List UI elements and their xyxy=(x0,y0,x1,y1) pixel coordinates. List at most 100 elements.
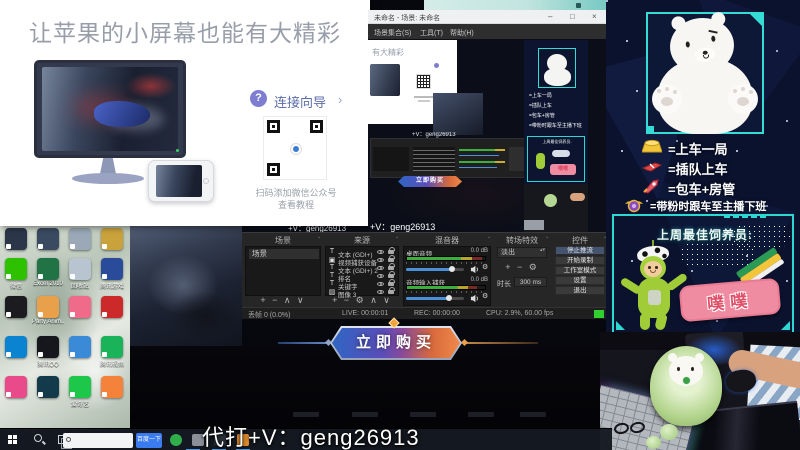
start-recording-button[interactable]: 开始录制 xyxy=(555,256,605,265)
connect-wizard-link[interactable]: ? 连接向导 › xyxy=(250,90,360,110)
game-menu-item[interactable] xyxy=(352,412,378,417)
spinner-icon[interactable]: ▴▾ xyxy=(540,248,545,253)
desktop-icon-party-animals[interactable] xyxy=(37,296,59,318)
volume-slider[interactable]: ⚙ xyxy=(404,263,490,274)
controls-header[interactable]: 控件 xyxy=(552,235,608,246)
visibility-eye-icon[interactable] xyxy=(377,258,384,262)
phone-screen xyxy=(156,165,202,197)
visibility-eye-icon[interactable] xyxy=(377,266,384,270)
game-menu-item[interactable] xyxy=(293,412,319,417)
transition-dropdown[interactable]: 淡出 ▴▾ xyxy=(497,247,547,258)
speaker-icon[interactable] xyxy=(470,294,479,303)
bear-paw xyxy=(652,84,682,114)
mixer-header[interactable]: 混音器 xyxy=(402,235,492,246)
desktop-icon[interactable] xyxy=(37,228,59,250)
source-row[interactable]: T 关键字 xyxy=(328,279,396,291)
close-button[interactable]: × xyxy=(592,13,597,21)
game-menu-item[interactable] xyxy=(468,412,494,417)
slider-knob[interactable] xyxy=(449,266,455,272)
menu-help[interactable]: 帮助(H) xyxy=(450,28,474,38)
source-row[interactable]: T 文本 (GDI+) xyxy=(328,247,396,259)
menu-tools[interactable]: 工具(T) xyxy=(420,28,443,38)
lock-icon[interactable] xyxy=(388,263,395,270)
exit-button[interactable]: 退出 xyxy=(555,286,605,295)
desktop-icon[interactable] xyxy=(5,228,27,250)
taskbar-search-input[interactable] xyxy=(63,433,133,448)
mini-wizard-icon xyxy=(434,63,439,68)
obs-title-bar[interactable]: 未命名 - 场景: 未命名 – □ × xyxy=(368,10,610,24)
visibility-eye-icon[interactable] xyxy=(377,250,384,254)
scenes-header[interactable]: 场景 xyxy=(244,235,322,246)
taskbar-search-icon[interactable] xyxy=(34,434,42,442)
settings-button[interactable]: 设置 xyxy=(555,276,605,285)
desktop-icon-excel[interactable] xyxy=(37,258,59,280)
rocket-icon xyxy=(643,179,659,194)
desktop-icon[interactable] xyxy=(69,228,91,250)
plush-pacifier xyxy=(682,376,691,385)
desktop-icon[interactable] xyxy=(5,336,27,358)
baidu-search-button[interactable]: 百度一下 xyxy=(136,433,162,448)
desktop-icon[interactable] xyxy=(101,376,123,398)
stop-streaming-button[interactable]: 停止推流 xyxy=(555,246,605,255)
chevron-right-icon: › xyxy=(338,92,343,107)
game-menu-item[interactable] xyxy=(520,412,546,417)
phone-home-button xyxy=(203,178,209,184)
plush-eye xyxy=(677,367,680,371)
visibility-eye-icon[interactable] xyxy=(377,282,384,286)
start-button[interactable] xyxy=(8,435,17,444)
studio-mode-button[interactable]: 工作室模式 xyxy=(555,266,605,275)
lock-icon[interactable] xyxy=(388,279,395,286)
transitions-header[interactable]: 转场特效 xyxy=(494,235,550,246)
text-source-icon: T xyxy=(329,264,335,271)
scene-item[interactable]: 场景 xyxy=(249,249,319,259)
lock-icon[interactable] xyxy=(388,255,395,262)
lock-icon[interactable] xyxy=(388,271,395,278)
gear-icon[interactable]: ⚙ xyxy=(482,292,488,300)
desktop-icon-label: Party Anim... xyxy=(32,319,64,325)
lock-icon[interactable] xyxy=(388,247,395,254)
desktop-icon[interactable] xyxy=(69,336,91,358)
qr-caption-line2: 查看教程 xyxy=(277,200,314,210)
desktop-icon[interactable] xyxy=(37,376,59,398)
scenes-toolbar[interactable]: + − ∧ ∨ xyxy=(244,295,322,306)
desktop-icon[interactable] xyxy=(69,296,91,318)
speaker-icon[interactable] xyxy=(470,265,479,274)
visibility-eye-icon[interactable] xyxy=(377,290,384,294)
sources-header[interactable]: 来源 xyxy=(324,235,400,246)
desktop-icon-wechat[interactable] xyxy=(5,258,27,280)
buy-now-button[interactable]: 立即购买 xyxy=(332,328,460,358)
sources-toolbar[interactable]: + − ⚙ ∧ ∨ xyxy=(324,295,400,306)
banner-line-right xyxy=(464,342,538,344)
minimize-button[interactable]: – xyxy=(548,13,552,21)
desktop-icon-tencent-video[interactable] xyxy=(101,336,123,358)
taskbar-app-icon[interactable] xyxy=(170,434,182,446)
source-row[interactable]: T 排名 xyxy=(328,271,396,283)
desktop-icon[interactable] xyxy=(5,296,27,318)
menu-scene-collection[interactable]: 场景集合(S) xyxy=(374,28,411,38)
paw-pad xyxy=(737,97,749,106)
desktop-icon[interactable] xyxy=(101,296,123,318)
lock-icon[interactable] xyxy=(388,287,395,294)
obs-dock: 场景 场景 + − ∧ ∨ 来源 T 文本 (GDI+) ▣ 视频捕获设备 xyxy=(242,232,610,319)
connect-wizard-label: 连接向导 xyxy=(274,95,327,110)
desktop-icon-iqiyi[interactable] xyxy=(69,376,91,398)
mini-ribbon: 噗噗 xyxy=(550,164,576,175)
channel-db: 0.0 dB xyxy=(470,248,488,254)
visibility-eye-icon[interactable] xyxy=(377,274,384,278)
desktop-icon[interactable] xyxy=(5,376,27,398)
maximize-button[interactable]: □ xyxy=(570,13,575,21)
transitions-toolbar[interactable]: + − ⚙ xyxy=(494,262,550,273)
slider-knob[interactable] xyxy=(446,295,452,301)
desktop-icon[interactable] xyxy=(101,258,123,280)
obs-preview[interactable]: 有大精彩 立即购买 +V：geng26913 =上车一局 =插队上车 =包车+房… xyxy=(368,39,610,232)
gear-icon[interactable]: ⚙ xyxy=(482,263,488,271)
desktop-icon-qq[interactable] xyxy=(37,336,59,358)
duration-input[interactable]: 300 ms xyxy=(514,277,547,287)
desktop-icon-recycle-bin[interactable] xyxy=(69,258,91,280)
price-label: =包车+房管 xyxy=(668,182,736,197)
source-row[interactable]: ▣ 视频捕获设备 xyxy=(328,255,396,267)
desktop-icon[interactable] xyxy=(101,228,123,250)
volume-slider[interactable]: ⚙ xyxy=(404,292,490,303)
source-row[interactable]: T 文本 (GDI+) 2 xyxy=(328,263,396,275)
game-menu-item[interactable] xyxy=(410,412,436,417)
